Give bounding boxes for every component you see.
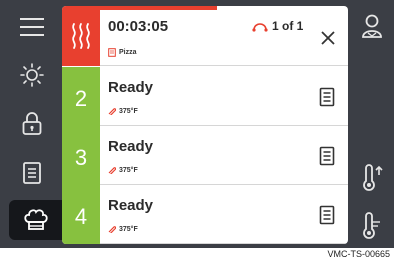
oven-screen: 00:03:05 Pizza 1 of 1 2 Ready 375°F 3 Re…	[0, 0, 394, 248]
cook-list-panel: 00:03:05 Pizza 1 of 1 2 Ready 375°F 3 Re…	[62, 6, 348, 244]
recipe-details-button[interactable]	[319, 87, 335, 112]
slot-number: 4	[62, 185, 100, 244]
recipe-book-icon	[319, 87, 335, 107]
temperature-icon	[108, 226, 116, 233]
temperature-value: 375°F	[119, 107, 138, 115]
recipe-book-icon	[23, 162, 41, 184]
slot-status: Ready	[108, 197, 154, 214]
cook-progress-bar	[100, 6, 217, 10]
cook-count-text: 1 of 1	[272, 19, 304, 33]
user-icon	[362, 14, 382, 38]
heat-icon	[72, 23, 90, 49]
cook-count: 1 of 1	[252, 19, 303, 33]
cook-button[interactable]	[9, 200, 62, 240]
recipe-details-button[interactable]	[319, 205, 335, 230]
recipe-book-small-icon	[108, 48, 116, 57]
slot-temperature: 375°F	[108, 225, 138, 233]
menu-icon	[20, 18, 44, 36]
right-rail	[348, 0, 394, 248]
temperature-up-button[interactable]	[352, 158, 392, 198]
slot-temperature: 375°F	[108, 166, 138, 174]
slot-status: Ready	[108, 138, 154, 155]
cook-cycle-icon	[252, 23, 268, 32]
heat-indicator	[62, 6, 100, 66]
slot-status: Ready	[108, 79, 154, 96]
temperature-icon	[108, 108, 116, 115]
slot-number: 2	[62, 67, 100, 126]
temperature-probe-icon	[363, 212, 380, 239]
screen-code: VMC-TS-00665	[327, 249, 390, 259]
chef-hat-icon	[23, 209, 48, 230]
temperature-icon	[108, 167, 116, 174]
cook-row[interactable]: 2 Ready 375°F	[62, 67, 348, 126]
close-button[interactable]	[320, 30, 336, 51]
brightness-icon	[20, 63, 44, 87]
user-button[interactable]	[352, 6, 392, 46]
temperature-up-icon	[363, 164, 383, 191]
recipe-name: Pizza	[119, 49, 137, 56]
recipe-label: Pizza	[108, 48, 137, 57]
cook-row[interactable]: 4 Ready 375°F	[62, 185, 348, 244]
slot-temperature: 375°F	[108, 107, 138, 115]
menu-button[interactable]	[9, 7, 55, 47]
active-cook-row[interactable]: 00:03:05 Pizza 1 of 1	[62, 6, 348, 66]
temperature-value: 375°F	[119, 166, 138, 174]
close-icon	[321, 31, 335, 45]
cook-timer: 00:03:05	[108, 18, 169, 35]
brightness-button[interactable]	[9, 55, 55, 95]
left-rail	[0, 0, 62, 248]
lock-icon	[22, 112, 42, 135]
recipe-book-icon	[319, 205, 335, 225]
cook-row[interactable]: 3 Ready 375°F	[62, 126, 348, 185]
recipe-book-icon	[319, 146, 335, 166]
slot-number: 3	[62, 126, 100, 185]
recipe-details-button[interactable]	[319, 146, 335, 171]
temperature-value: 375°F	[119, 225, 138, 233]
lock-button[interactable]	[9, 104, 55, 144]
recipe-book-button[interactable]	[9, 153, 55, 193]
temperature-probe-button[interactable]	[352, 206, 392, 246]
